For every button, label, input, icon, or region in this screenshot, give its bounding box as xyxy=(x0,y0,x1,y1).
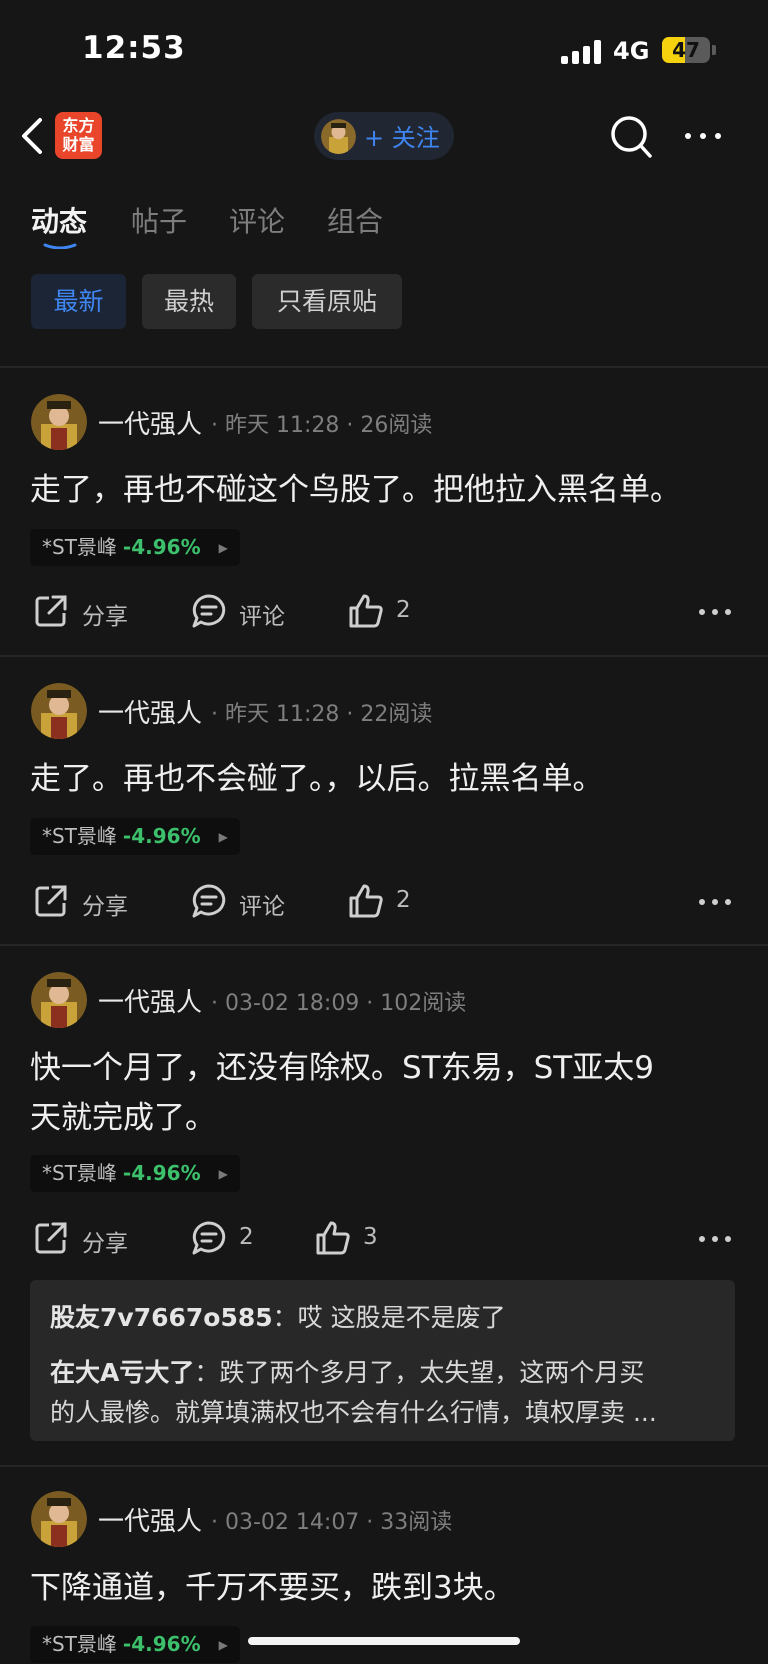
stock-name: *ST景峰 xyxy=(42,824,117,848)
stock-name: *ST景峰 xyxy=(42,535,117,559)
commenter-name[interactable]: 股友7v7667o585 xyxy=(50,1303,273,1332)
status-time: 12:53 xyxy=(82,30,186,66)
like-thumb-icon[interactable] xyxy=(348,883,384,919)
share-button[interactable]: 分享 xyxy=(82,887,128,921)
filter-original-only[interactable]: 只看原贴 xyxy=(252,274,402,329)
stock-name: *ST景峰 xyxy=(42,1632,117,1656)
more-dots-icon[interactable] xyxy=(698,607,732,617)
post-content-line-2[interactable]: 天就完成了。 xyxy=(30,1093,730,1143)
stock-tag[interactable]: *ST景峰 -4.96% ▶ xyxy=(30,818,240,855)
share-icon[interactable] xyxy=(33,883,69,919)
comment-text: ：跌了两个多月了，太失望，这两个月买 xyxy=(194,1358,645,1387)
share-button[interactable]: 分享 xyxy=(82,597,128,631)
share-icon[interactable] xyxy=(33,1220,69,1256)
stock-tag[interactable]: *ST景峰 -4.96% ▶ xyxy=(30,1155,240,1192)
signal-icon xyxy=(561,40,603,64)
logo-line-1: 东方 xyxy=(62,116,95,135)
comment-icon[interactable] xyxy=(191,593,227,629)
avatar[interactable] xyxy=(31,1491,87,1547)
comment-button[interactable]: 评论 xyxy=(239,887,285,921)
stock-change: -4.96% xyxy=(122,535,201,559)
stock-change: -4.96% xyxy=(122,824,201,848)
stock-tag[interactable]: *ST景峰 -4.96% ▶ xyxy=(30,529,240,566)
divider xyxy=(0,1465,768,1467)
post-content[interactable]: 走了。再也不会碰了。，以后。拉黑名单。 xyxy=(30,754,730,804)
tab-posts[interactable]: 帖子 xyxy=(131,200,187,240)
share-button[interactable]: 分享 xyxy=(82,1224,128,1258)
more-options-icon[interactable] xyxy=(683,126,723,146)
post-content[interactable]: 走了，再也不碰这个鸟股了。把他拉入黑名单。 xyxy=(30,465,730,515)
logo-line-2: 财富 xyxy=(62,135,95,154)
network-type: 4G xyxy=(613,37,650,65)
like-count[interactable]: 2 xyxy=(396,597,411,623)
active-tab-indicator xyxy=(43,243,77,249)
more-dots-icon[interactable] xyxy=(698,897,732,907)
stock-tag[interactable]: *ST景峰 -4.96% ▶ xyxy=(30,1626,240,1663)
author-name[interactable]: 一代强人 xyxy=(98,982,202,1019)
post-content[interactable]: 下降通道，千万不要买，跌到3块。 xyxy=(30,1563,730,1613)
caret-right-icon: ▶ xyxy=(218,830,228,844)
more-dots-icon[interactable] xyxy=(698,1234,732,1244)
follow-label[interactable]: + 关注 xyxy=(364,118,440,153)
battery-icon: 47 xyxy=(662,37,710,63)
comment-preview-line[interactable]: 股友7v7667o585：哎 这股是不是废了 xyxy=(50,1298,720,1334)
battery-tip xyxy=(712,45,716,55)
stock-change: -4.96% xyxy=(122,1632,201,1656)
comment-text: ：哎 这股是不是废了 xyxy=(272,1303,506,1332)
post-meta: · 昨天 11:28 · 26阅读 xyxy=(211,413,433,438)
back-arrow-icon[interactable] xyxy=(18,116,48,156)
like-count[interactable]: 3 xyxy=(363,1224,378,1250)
comment-preview-line[interactable]: 的人最惨。就算填满权也不会有什么行情，填权厚卖 ... xyxy=(50,1393,720,1429)
tab-dynamics[interactable]: 动态 xyxy=(31,200,87,240)
comment-preview-line[interactable]: 在大A亏大了：跌了两个多月了，太失望，这两个月买 xyxy=(50,1353,720,1389)
author-name[interactable]: 一代强人 xyxy=(98,693,202,730)
comment-icon[interactable] xyxy=(191,883,227,919)
tab-comments[interactable]: 评论 xyxy=(229,200,285,240)
like-thumb-icon[interactable] xyxy=(315,1220,351,1256)
avatar[interactable] xyxy=(31,683,87,739)
comment-icon[interactable] xyxy=(191,1220,227,1256)
home-indicator[interactable] xyxy=(248,1637,520,1645)
post-content-line-1[interactable]: 快一个月了，还没有除权。ST东易，ST亚太9 xyxy=(30,1043,730,1093)
post-meta: · 03-02 18:09 · 102阅读 xyxy=(211,991,467,1016)
like-thumb-icon[interactable] xyxy=(348,593,384,629)
like-count[interactable]: 2 xyxy=(396,887,411,913)
author-name[interactable]: 一代强人 xyxy=(98,404,202,441)
stock-change: -4.96% xyxy=(122,1161,201,1185)
filter-latest[interactable]: 最新 xyxy=(31,274,126,329)
comment-button[interactable]: 评论 xyxy=(239,597,285,631)
caret-right-icon: ▶ xyxy=(218,1167,228,1181)
divider xyxy=(0,366,768,368)
comment-text: 的人最惨。就算填满权也不会有什么行情，填权厚卖 ... xyxy=(50,1398,657,1427)
search-icon[interactable] xyxy=(609,114,653,160)
caret-right-icon: ▶ xyxy=(218,1638,228,1652)
avatar[interactable] xyxy=(31,394,87,450)
commenter-name[interactable]: 在大A亏大了 xyxy=(50,1358,194,1387)
post-meta: · 03-02 14:07 · 33阅读 xyxy=(211,1510,453,1535)
tab-portfolio[interactable]: 组合 xyxy=(327,200,383,240)
share-icon[interactable] xyxy=(33,593,69,629)
divider xyxy=(0,655,768,657)
caret-right-icon: ▶ xyxy=(218,541,228,555)
comment-count[interactable]: 2 xyxy=(239,1224,254,1250)
app-logo: 东方 财富 xyxy=(55,112,102,159)
divider xyxy=(0,944,768,946)
author-name[interactable]: 一代强人 xyxy=(98,1501,202,1538)
avatar[interactable] xyxy=(31,972,87,1028)
filter-hottest[interactable]: 最热 xyxy=(142,274,236,329)
user-avatar-small xyxy=(321,119,356,154)
post-meta: · 昨天 11:28 · 22阅读 xyxy=(211,702,433,727)
battery-level: 47 xyxy=(672,38,700,62)
stock-name: *ST景峰 xyxy=(42,1161,117,1185)
